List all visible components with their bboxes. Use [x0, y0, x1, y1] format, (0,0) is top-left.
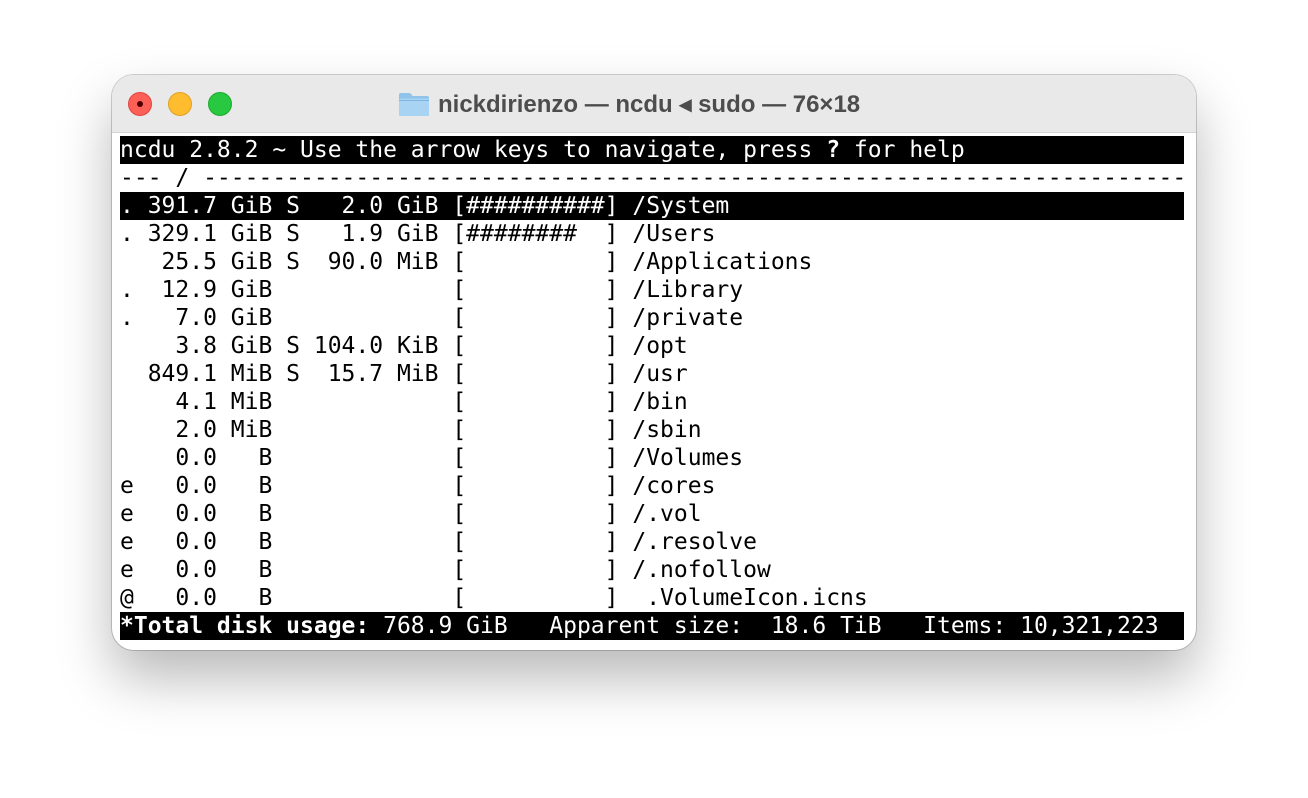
- total-disk-usage-value: 768.9 GiB: [369, 613, 550, 639]
- maximize-button[interactable]: [208, 92, 232, 116]
- header-text-end: for help: [840, 137, 965, 163]
- list-item[interactable]: . 329.1 GiB S 1.9 GiB [######## ] /Users: [120, 220, 1184, 248]
- list-item[interactable]: . 7.0 GiB [ ] /private: [120, 304, 1184, 332]
- list-item[interactable]: e 0.0 B [ ] /.vol: [120, 500, 1184, 528]
- current-path-line: --- / ----------------------------------…: [120, 165, 1184, 191]
- total-disk-usage-label: *Total disk usage:: [120, 613, 370, 639]
- list-item[interactable]: e 0.0 B [ ] /.resolve: [120, 528, 1184, 556]
- list-item[interactable]: 25.5 GiB S 90.0 MiB [ ] /Applications: [120, 248, 1184, 276]
- list-item[interactable]: e 0.0 B [ ] /.nofollow: [120, 556, 1184, 584]
- help-key: ?: [826, 137, 841, 163]
- minimize-button[interactable]: [168, 92, 192, 116]
- list-item[interactable]: 3.8 GiB S 104.0 KiB [ ] /opt: [120, 332, 1184, 360]
- list-item[interactable]: 2.0 MiB [ ] /sbin: [120, 416, 1184, 444]
- list-item[interactable]: e 0.0 B [ ] /cores: [120, 472, 1184, 500]
- terminal-content[interactable]: ncdu 2.8.2 ~ Use the arrow keys to navig…: [120, 136, 1184, 640]
- close-button[interactable]: [128, 92, 152, 116]
- list-item[interactable]: 849.1 MiB S 15.7 MiB [ ] /usr: [120, 360, 1184, 388]
- items-value: 10,321,223: [1006, 613, 1159, 639]
- apparent-size-value: 18.6 TiB: [743, 613, 924, 639]
- header-text: ncdu 2.8.2 ~ Use the arrow keys to navig…: [120, 137, 827, 163]
- terminal-window: nickdirienzo — ncdu ◂ sudo — 76×18 ncdu …: [112, 75, 1196, 650]
- list-item[interactable]: 0.0 B [ ] /Volumes: [120, 444, 1184, 472]
- list-item-selected[interactable]: . 391.7 GiB S 2.0 GiB [##########] /Syst…: [120, 192, 1184, 220]
- folder-icon: [399, 93, 429, 116]
- list-item[interactable]: 4.1 MiB [ ] /bin: [120, 388, 1184, 416]
- items-label: Items:: [923, 613, 1007, 639]
- status-bar: *Total disk usage: 768.9 GiB Apparent si…: [120, 612, 1184, 640]
- ncdu-header: ncdu 2.8.2 ~ Use the arrow keys to navig…: [120, 136, 1184, 164]
- window-title: nickdirienzo — ncdu ◂ sudo — 76×18: [438, 90, 861, 118]
- window-title-group: nickdirienzo — ncdu ◂ sudo — 76×18: [398, 89, 860, 119]
- title-bar[interactable]: nickdirienzo — ncdu ◂ sudo — 76×18: [112, 75, 1196, 133]
- list-item[interactable]: . 12.9 GiB [ ] /Library: [120, 276, 1184, 304]
- apparent-size-label: Apparent size:: [549, 613, 744, 639]
- list-item[interactable]: @ 0.0 B [ ] .VolumeIcon.icns: [120, 584, 1184, 612]
